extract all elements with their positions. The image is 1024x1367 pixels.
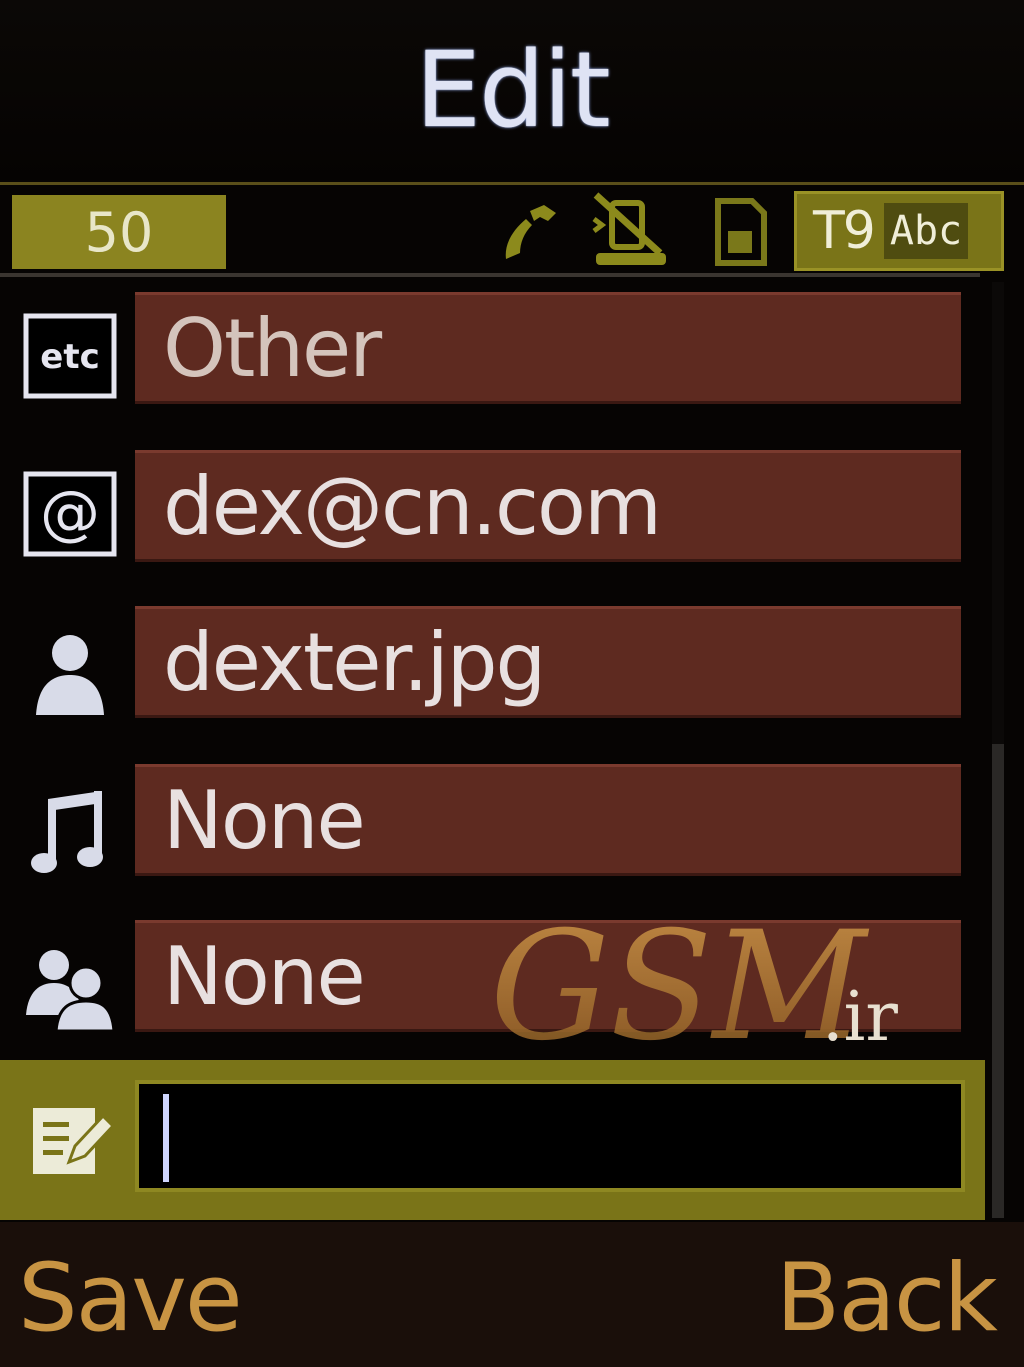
svg-text:etc: etc xyxy=(40,337,99,377)
status-bar: 50 T9 Abc xyxy=(0,182,1024,277)
save-softkey[interactable]: Save xyxy=(18,1244,243,1353)
character-counter-value: 50 xyxy=(84,200,154,264)
music-note-icon xyxy=(20,782,120,882)
input-mode-indicator: T9 Abc xyxy=(794,191,1004,271)
caller-group-field-value: None xyxy=(163,929,366,1023)
note-field[interactable] xyxy=(135,1080,965,1192)
field-row-email[interactable]: @ dex@cn.com xyxy=(0,446,975,566)
caller-group-field[interactable]: None xyxy=(135,920,961,1032)
field-row-other[interactable]: etc Other xyxy=(0,288,975,408)
vibrate-icon xyxy=(592,192,666,265)
email-field-value: dex@cn.com xyxy=(163,459,662,553)
softkey-bar: Save Back xyxy=(0,1222,1024,1367)
phone-icon xyxy=(505,205,556,259)
group-field[interactable]: Other xyxy=(135,292,961,404)
scrollbar[interactable] xyxy=(992,282,1004,1218)
picture-field-value: dexter.jpg xyxy=(163,615,546,709)
field-row-ringtone[interactable]: None xyxy=(0,760,975,880)
svg-text:@: @ xyxy=(40,478,100,548)
field-row-caller-group[interactable]: None xyxy=(0,916,975,1036)
email-icon: @ xyxy=(20,464,120,564)
input-case-label: Abc xyxy=(883,203,969,259)
t9-label: T9 xyxy=(813,201,876,261)
scrollbar-thumb[interactable] xyxy=(992,744,1004,1218)
group-icon xyxy=(20,938,120,1038)
text-cursor xyxy=(163,1094,169,1182)
ringtone-field-value: None xyxy=(163,773,366,867)
character-counter: 50 xyxy=(12,195,226,269)
page-title: Edit xyxy=(415,29,610,151)
etc-icon: etc xyxy=(20,306,120,406)
email-field[interactable]: dex@cn.com xyxy=(135,450,961,562)
sim-card-icon xyxy=(715,198,767,266)
field-row-picture[interactable]: dexter.jpg xyxy=(0,602,975,722)
phone-screen: Edit 50 T9 Abc etc Other @ dex@cn.com de… xyxy=(0,0,1024,1367)
picture-field[interactable]: dexter.jpg xyxy=(135,606,961,718)
group-field-value: Other xyxy=(163,301,382,395)
person-icon xyxy=(20,624,120,724)
note-edit-icon xyxy=(22,1090,122,1190)
back-softkey[interactable]: Back xyxy=(776,1244,998,1353)
title-bar: Edit xyxy=(0,0,1024,180)
field-row-note[interactable] xyxy=(0,1060,985,1220)
ringtone-field[interactable]: None xyxy=(135,764,961,876)
